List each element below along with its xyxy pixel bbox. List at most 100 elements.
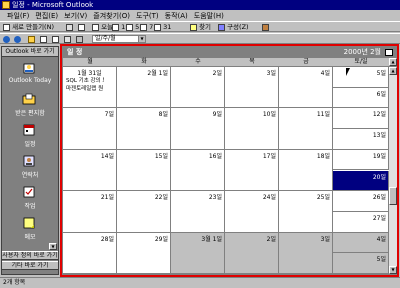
saturday-cell[interactable]: 5일 (333, 67, 389, 88)
scroll-up-arrow[interactable]: ▲ (389, 67, 397, 75)
folder-title[interactable]: 일 정 (67, 47, 82, 58)
chevron-down-icon: ▼ (138, 36, 145, 42)
saturday-cell[interactable]: 4일 (333, 232, 389, 254)
day-number: 24일 (262, 194, 276, 202)
day-cell[interactable]: 28일 (63, 232, 117, 274)
delete-button[interactable] (78, 23, 85, 31)
date-navigator-icon[interactable] (385, 49, 393, 56)
go-to-today-button[interactable]: 오늘 (92, 23, 113, 31)
print-preview-button[interactable] (64, 35, 71, 43)
day-cell[interactable]: 21일 (63, 191, 117, 233)
day-cell[interactable]: 17일 (225, 149, 279, 192)
appointment-item[interactable]: 마젠토레일랩 원 (66, 84, 104, 92)
menu-favorites[interactable]: 즐겨찾기(O) (90, 11, 133, 21)
folder-list-button[interactable] (40, 35, 47, 43)
advanced-toolbar: 일/주/월 ▼ (0, 33, 400, 44)
day-number: 8일 (158, 111, 168, 119)
day-cell[interactable]: 3일 (225, 67, 279, 109)
outlook-bar-scroll-down[interactable]: ▼ (49, 243, 57, 250)
day-cell[interactable]: 2일 (171, 67, 225, 109)
menu-file[interactable]: 파일(F) (4, 11, 32, 21)
day-number: 18일 (316, 152, 330, 160)
outlook-bar-item-tasks[interactable]: 작업 (2, 183, 58, 211)
month-view-button[interactable]: 31 (154, 23, 171, 31)
outlook-bar-group-custom[interactable]: 사용자 정의 바로 가기 (2, 251, 58, 260)
sunday-cell[interactable]: 27일 (333, 211, 389, 233)
sunday-cell[interactable]: 5일 (333, 253, 389, 274)
day-cell[interactable]: 23일 (171, 191, 225, 233)
sunday-cell[interactable]: 13일 (333, 129, 389, 150)
day-cell[interactable]: 16일 (171, 149, 225, 192)
day-cell[interactable]: 29일 (117, 232, 171, 274)
work-week-view-button[interactable]: 5 (126, 23, 139, 31)
scroll-thumb[interactable] (389, 187, 397, 205)
day-cell[interactable]: 25일 (279, 191, 333, 233)
day-cell[interactable]: 10일 (225, 108, 279, 150)
day-number: 22일 (154, 194, 168, 202)
address-book-button[interactable] (262, 23, 269, 31)
status-bar: 2개 항목 (0, 277, 400, 288)
menu-tools[interactable]: 도구(T) (133, 11, 162, 21)
day-cell[interactable]: 2월 1일 (117, 67, 171, 109)
undo-button[interactable] (76, 35, 83, 43)
print-button[interactable] (66, 23, 73, 31)
new-button[interactable]: 새로 만들기(N) (3, 23, 54, 31)
day-cell[interactable]: 3월 1일 (171, 232, 225, 274)
day-cell[interactable]: 2일 (225, 232, 279, 274)
menu-actions[interactable]: 동작(A) (162, 11, 191, 21)
organize-button[interactable]: 구성(Z) (218, 23, 249, 31)
day-number: 4일 (320, 70, 330, 77)
outlook-bar-item-calendar[interactable]: 일정 (2, 121, 58, 149)
calendar-pane: 일 정 2000년 2월 월 화 수 목 금 토/일 ▲ 1월 31일 SQL 기초 강의 트… (62, 46, 398, 275)
day-cell[interactable]: 11일 (279, 108, 333, 150)
outlook-bar-item-contacts[interactable]: 연락처 (2, 152, 58, 180)
outlook-bar-item-notes[interactable]: 메모 (2, 214, 58, 242)
new-button-label: 새로 만들기(N) (12, 23, 54, 31)
folder-up-icon (28, 35, 35, 43)
saturday-cell[interactable]: 12일 (333, 108, 389, 130)
day-cell[interactable]: 15일 (117, 149, 171, 192)
find-button[interactable]: 찾기 (190, 23, 211, 31)
day-cell[interactable]: 24일 (225, 191, 279, 233)
scroll-down-arrow[interactable]: ▼ (389, 266, 397, 274)
saturday-cell[interactable]: 26일 (333, 191, 389, 212)
day-number: 20일 (372, 173, 386, 181)
outlook-bar-group-other[interactable]: 기타 바로 가기 (2, 261, 58, 270)
menu-edit[interactable]: 편집(E) (32, 11, 61, 21)
outlook-shortcuts-header[interactable]: Outlook 바로 가기 (2, 47, 58, 57)
day-cell[interactable]: 18일 (279, 149, 333, 192)
day-number: 3일 (266, 70, 276, 77)
menu-help[interactable]: 도움말(H) (191, 11, 227, 21)
day-cell[interactable]: 1월 31일 SQL 기초 강의 트 마젠토레일랩 원 (63, 67, 117, 109)
outlook-bar-item-label: 연락처 (21, 172, 39, 179)
preview-pane-button[interactable] (52, 35, 59, 43)
day-cell[interactable]: 22일 (117, 191, 171, 233)
outlook-bar-item-outlook-today[interactable]: Outlook Today (2, 59, 58, 87)
sunday-cell[interactable]: 6일 (333, 87, 389, 109)
day-cell[interactable]: 3일 (279, 232, 333, 274)
find-icon (190, 23, 197, 31)
organize-label: 구성(Z) (227, 23, 249, 31)
day-view-button[interactable]: 1 (112, 23, 125, 31)
forward-button[interactable] (14, 35, 21, 43)
day-number: 23일 (208, 194, 222, 202)
day-cell[interactable]: 4일 (279, 67, 333, 109)
week-view-button[interactable]: 7 (140, 23, 153, 31)
day-cell[interactable]: 9일 (171, 108, 225, 150)
back-button[interactable] (3, 35, 10, 43)
sunday-cell[interactable]: 20일 (333, 170, 389, 192)
appointment-item[interactable]: SQL 기초 강의 트 (66, 76, 104, 84)
outlook-bar-item-inbox[interactable]: 받은 편지함 (2, 90, 58, 118)
day-cell[interactable]: 14일 (63, 149, 117, 192)
day-cell[interactable]: 7일 (63, 108, 117, 150)
up-one-level-button[interactable] (28, 35, 35, 43)
vertical-scrollbar[interactable]: ▲ ▼ (389, 67, 397, 274)
scroll-up-icon[interactable]: ▲ (389, 58, 397, 66)
menu-view[interactable]: 보기(V) (61, 11, 90, 21)
work-week-label: 5 (135, 23, 140, 31)
saturday-cell[interactable]: 19일 (333, 149, 389, 171)
day-number: 5일 (376, 70, 386, 77)
current-view-select[interactable]: 일/주/월 ▼ (92, 35, 146, 43)
day-cell[interactable]: 8일 (117, 108, 171, 150)
mouse-cursor-icon (346, 68, 350, 76)
